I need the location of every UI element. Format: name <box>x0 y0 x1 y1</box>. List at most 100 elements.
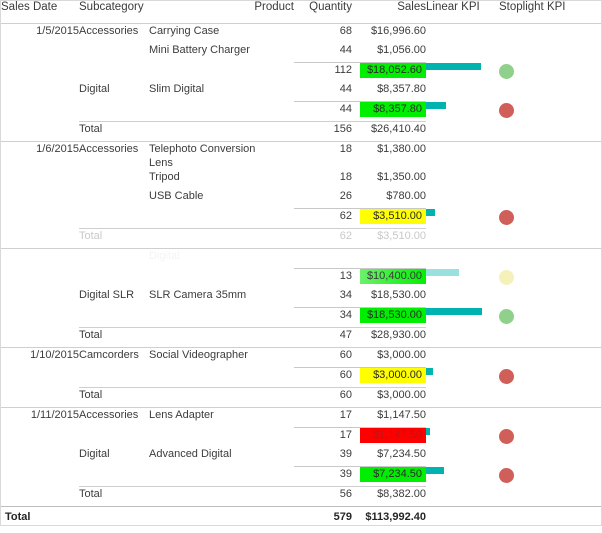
cell-stoplight-kpi <box>499 142 601 171</box>
cell-stoplight-kpi <box>499 82 601 102</box>
cell-quantity: 17 <box>294 408 352 428</box>
group-total-row: Total56$8,382.00 <box>1 487 601 507</box>
column-header-quantity[interactable]: Quantity <box>294 1 352 24</box>
column-header-subcategory[interactable]: Subcategory <box>79 1 149 24</box>
cell-quantity: 60 <box>294 388 352 408</box>
cell-stoplight-kpi <box>499 408 601 428</box>
stoplight-kpi-red-icon <box>499 429 514 444</box>
cell-sales-date: 1/10/2015 <box>1 348 79 368</box>
column-header-product[interactable]: Product <box>149 1 294 24</box>
cell-sales-date <box>1 368 79 388</box>
stoplight-kpi-green-icon <box>499 64 514 79</box>
group-total-row: Total 60$3,000.00 <box>1 388 601 408</box>
cell-sales-date <box>1 43 79 63</box>
subtotal-row: 44$8,357.80 <box>1 102 601 122</box>
cell-sales: $3,000.00 <box>352 388 426 408</box>
stoplight-kpi-red-icon <box>499 468 514 483</box>
subtotal-row: 112$18,052.60 <box>1 63 601 83</box>
column-header-sales-date[interactable]: Sales Date <box>1 1 79 24</box>
cell-product: SLR Camera 35mm <box>149 288 294 308</box>
cell-linear-kpi <box>426 388 499 408</box>
cell-product <box>149 102 294 122</box>
cell-quantity: 44 <box>294 102 352 122</box>
cell-sales: $18,052.60 <box>352 63 426 83</box>
cell-sales-date: 1/6/2015 <box>1 142 79 171</box>
column-header-sales[interactable]: Sales <box>352 1 426 24</box>
cell-product: Slim Digital <box>149 82 294 102</box>
linear-kpi-gauge <box>426 269 499 276</box>
cell-subcategory: Total <box>79 388 149 408</box>
cell-quantity: 68 <box>294 24 352 44</box>
cell-sales-date: 1/11/2015 <box>1 408 79 428</box>
cell-product <box>149 487 294 507</box>
cell-sales: $3,510.00 <box>352 209 426 229</box>
cell-quantity: 156 <box>294 122 352 142</box>
cell-quantity: 60 <box>294 348 352 368</box>
column-header-linear-kpi[interactable]: Linear KPI <box>426 1 499 24</box>
cell-stoplight-kpi <box>499 269 601 289</box>
cell-linear-kpi <box>426 368 499 388</box>
cell-stoplight-kpi <box>499 63 601 83</box>
table-row: Digital SLRSLR Camera 35mm34$18,530.00 <box>1 288 601 308</box>
cell-product: USB Cable <box>149 189 294 209</box>
group-total-row: Total156$26,410.40 <box>1 122 601 142</box>
linear-kpi-gauge <box>426 467 499 474</box>
cell-stoplight-kpi <box>499 229 601 249</box>
linear-kpi-gauge <box>426 209 499 216</box>
cell-subcategory <box>79 249 149 269</box>
cell-quantity: 39 <box>294 447 352 467</box>
cell-sales: $10,400.00 <box>352 269 426 289</box>
cell-stoplight-kpi <box>499 288 601 308</box>
cell-product: Telephoto ConversionLens <box>149 142 294 171</box>
cell-linear-kpi <box>426 428 499 448</box>
cell-linear-kpi <box>426 348 499 368</box>
cell-product <box>149 269 294 289</box>
grand-total-subcategory <box>79 507 149 533</box>
cell-sales-date <box>1 63 79 83</box>
cell-stoplight-kpi <box>499 43 601 63</box>
cell-linear-kpi <box>426 229 499 249</box>
cell-sales: $1,380.00 <box>352 142 426 171</box>
cell-linear-kpi <box>426 122 499 142</box>
cell-quantity: 13 <box>294 269 352 289</box>
cell-sales: $7,234.50 <box>352 467 426 487</box>
cell-product <box>149 229 294 249</box>
cell-stoplight-kpi <box>499 388 601 408</box>
linear-kpi-gauge <box>426 428 499 435</box>
header-row: Sales Date Subcategory Product Quantity … <box>1 1 601 24</box>
cell-sales: $3,000.00 <box>352 368 426 388</box>
cell-quantity: 39 <box>294 467 352 487</box>
group-total-row: Total47$28,930.00 <box>1 328 601 348</box>
grand-total-label: Total <box>1 507 79 533</box>
cell-product <box>149 388 294 408</box>
cell-product: Lens Adapter <box>149 408 294 428</box>
cell-subcategory <box>79 43 149 63</box>
cell-quantity: 62 <box>294 209 352 229</box>
table-row: DigitalSlim Digital44$8,357.80 <box>1 82 601 102</box>
sales-kpi-chip: $7,234.50 <box>360 467 426 482</box>
cell-stoplight-kpi <box>499 122 601 142</box>
cell-quantity: 26 <box>294 189 352 209</box>
stoplight-kpi-red-icon <box>499 210 514 225</box>
cell-stoplight-kpi <box>499 328 601 348</box>
column-header-stoplight-kpi[interactable]: Stoplight KPI <box>499 1 601 24</box>
cell-quantity: 112 <box>294 63 352 83</box>
stoplight-kpi-red-icon <box>499 369 514 384</box>
table-row: Tripod18$1,350.00 <box>1 170 601 189</box>
cell-sales-date <box>1 209 79 229</box>
cell-quantity <box>294 249 352 269</box>
cell-sales: $780.00 <box>352 189 426 209</box>
table-row: 1/6/2015AccessoriesTelephoto ConversionL… <box>1 142 601 171</box>
linear-kpi-gauge-fill <box>426 467 444 474</box>
cell-linear-kpi <box>426 82 499 102</box>
cell-linear-kpi <box>426 308 499 328</box>
linear-kpi-gauge <box>426 102 499 109</box>
cell-linear-kpi <box>426 24 499 44</box>
cell-stoplight-kpi <box>499 170 601 189</box>
cell-sales-date <box>1 328 79 348</box>
cell-product <box>149 63 294 83</box>
table-row: USB Cable26$780.00 <box>1 189 601 209</box>
cell-quantity: 47 <box>294 328 352 348</box>
cell-linear-kpi <box>426 467 499 487</box>
linear-kpi-gauge-fill <box>426 368 433 375</box>
